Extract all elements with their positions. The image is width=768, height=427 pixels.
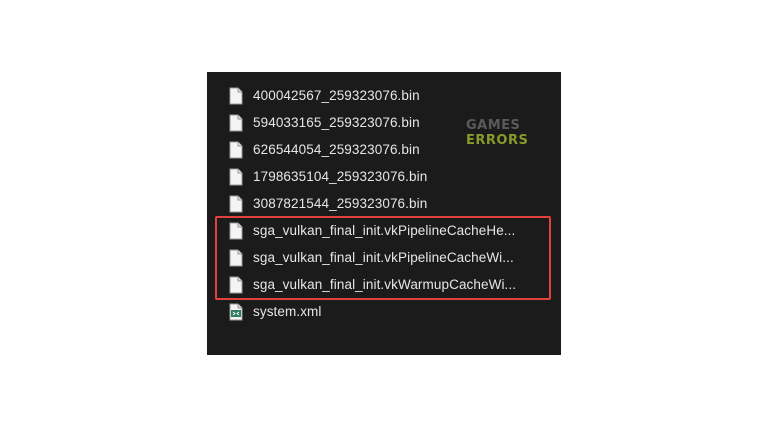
file-name: 400042567_259323076.bin xyxy=(253,88,420,103)
watermark-line-1: GAMES xyxy=(466,118,521,133)
file-name: system.xml xyxy=(253,304,322,319)
file-name: 626544054_259323076.bin xyxy=(253,142,420,157)
file-name: 1798635104_259323076.bin xyxy=(253,169,428,184)
xml-file-icon xyxy=(229,303,243,320)
watermark-logo: GAMES ERRORS xyxy=(466,118,528,148)
file-name: sga_vulkan_final_init.vkWarmupCacheWi... xyxy=(253,277,517,292)
blank-file-icon xyxy=(229,276,243,293)
file-name: sga_vulkan_final_init.vkPipelineCacheWi.… xyxy=(253,250,514,265)
file-item[interactable]: sga_vulkan_final_init.vkPipelineCacheWi.… xyxy=(229,244,559,271)
file-name: 3087821544_259323076.bin xyxy=(253,196,428,211)
file-name: 594033165_259323076.bin xyxy=(253,115,420,130)
watermark-line-2: ERRORS xyxy=(466,133,529,148)
file-item[interactable]: sga_vulkan_final_init.vkWarmupCacheWi... xyxy=(229,271,559,298)
blank-file-icon xyxy=(229,222,243,239)
blank-file-icon xyxy=(229,195,243,212)
blank-file-icon xyxy=(229,114,243,131)
file-item[interactable]: 1798635104_259323076.bin xyxy=(229,163,559,190)
file-item[interactable]: sga_vulkan_final_init.vkPipelineCacheHe.… xyxy=(229,217,559,244)
blank-file-icon xyxy=(229,168,243,185)
blank-file-icon xyxy=(229,249,243,266)
file-item[interactable]: 3087821544_259323076.bin xyxy=(229,190,559,217)
file-item[interactable]: system.xml xyxy=(229,298,559,325)
file-item[interactable]: 400042567_259323076.bin xyxy=(229,82,559,109)
blank-file-icon xyxy=(229,87,243,104)
file-name: sga_vulkan_final_init.vkPipelineCacheHe.… xyxy=(253,223,516,238)
file-explorer-panel: 400042567_259323076.bin 594033165_259323… xyxy=(207,72,561,355)
screenshot-stage: 400042567_259323076.bin 594033165_259323… xyxy=(0,0,768,427)
blank-file-icon xyxy=(229,141,243,158)
